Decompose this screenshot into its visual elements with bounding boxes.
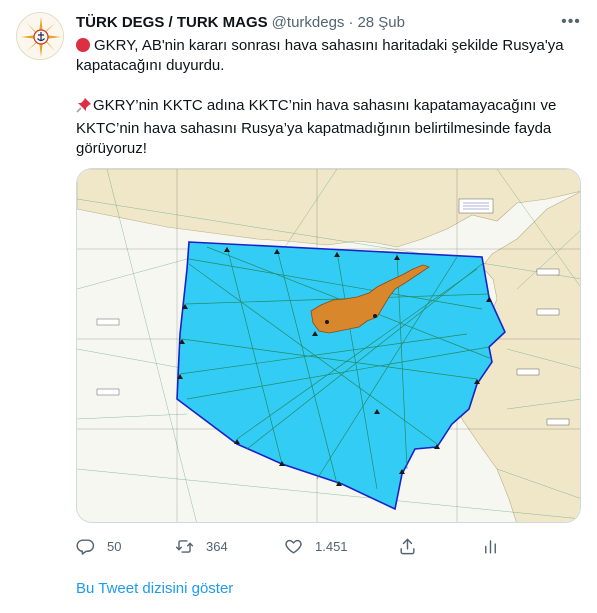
paragraph-1-text: GKRY, AB'nin kararı sonrası hava sahasın… (76, 37, 564, 74)
analytics-icon (481, 537, 500, 556)
tweet-media-map[interactable] (76, 168, 581, 523)
retweet-button[interactable]: 364 (175, 537, 228, 556)
tweet-paragraph-1: GKRY, AB'nin kararı sonrası hava sahasın… (76, 36, 586, 76)
tweet-timestamp[interactable]: 28 Şub (357, 14, 405, 31)
retweet-count: 364 (206, 538, 228, 554)
share-button[interactable] (398, 537, 417, 556)
tweet-header: TÜRK DEGS / TURK MAGS @turkdegs · 28 Şub… (76, 12, 581, 32)
reply-icon (76, 537, 95, 556)
analytics-button[interactable] (481, 537, 500, 556)
separator: · (348, 13, 354, 31)
avatar[interactable] (16, 12, 64, 60)
show-thread-link[interactable]: Bu Tweet dizisini göster (76, 580, 233, 597)
tweet-paragraph-2: GKRY’nin KKTC adına KKTC’nin hava sahası… (76, 96, 586, 159)
author-handle[interactable]: @turkdegs (272, 14, 345, 31)
retweet-icon (175, 537, 194, 556)
airspace-map (77, 169, 580, 522)
red-circle-emoji (76, 38, 90, 52)
like-count: 1.451 (315, 538, 348, 554)
reply-count: 50 (107, 538, 122, 554)
author-name[interactable]: TÜRK DEGS / TURK MAGS (76, 14, 268, 31)
pushpin-emoji (76, 97, 92, 119)
more-icon[interactable]: ••• (561, 12, 581, 32)
reply-button[interactable]: 50 (76, 537, 121, 556)
share-icon (398, 537, 417, 556)
tweet[interactable]: TÜRK DEGS / TURK MAGS @turkdegs · 28 Şub… (0, 0, 597, 613)
paragraph-2-text: GKRY’nin KKTC adına KKTC’nin hava sahası… (76, 97, 557, 157)
tweet-actions: 50 364 1.451 (76, 534, 506, 558)
tweet-text: GKRY, AB'nin kararı sonrası hava sahasın… (76, 36, 586, 159)
like-button[interactable]: 1.451 (284, 537, 348, 556)
like-icon (284, 537, 303, 556)
